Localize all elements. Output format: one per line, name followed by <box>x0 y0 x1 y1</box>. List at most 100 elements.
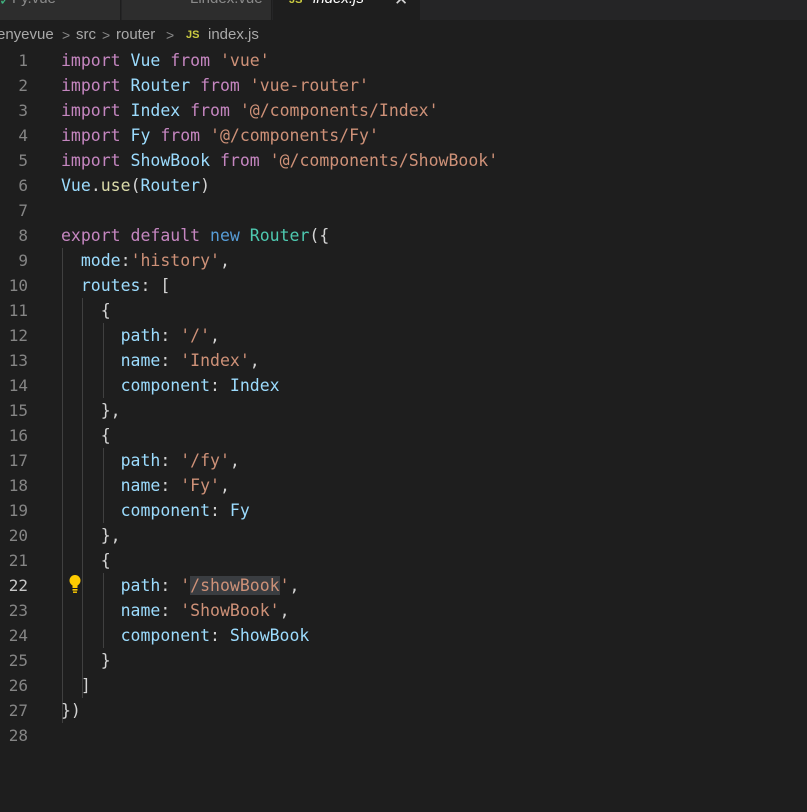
lightbulb-icon[interactable] <box>68 574 82 594</box>
code-line: 26 ] <box>0 673 807 698</box>
line-number: 23 <box>8 601 28 620</box>
tab-bar: ✓ Fy.vue Lindex.vue JS index.js ✕ <box>0 0 807 20</box>
code-line: 7 <box>0 198 807 223</box>
code-text: }) <box>61 701 81 720</box>
breadcrumb-item-folder[interactable]: enyevue <box>0 24 54 46</box>
code-line: 28 <box>0 723 807 748</box>
line-number: 7 <box>18 201 28 220</box>
code-line: 19 component: Fy <box>0 498 807 523</box>
chevron-right-icon: > <box>166 27 175 43</box>
code-line: 3 import Index from '@/components/Index' <box>0 98 807 123</box>
line-number: 17 <box>8 451 28 470</box>
line-number: 11 <box>8 301 28 320</box>
chevron-right-icon: > <box>62 27 71 43</box>
line-number: 4 <box>18 126 28 145</box>
close-icon[interactable]: ✕ <box>394 0 408 10</box>
code-line: 15 }, <box>0 398 807 423</box>
line-number: 16 <box>8 426 28 445</box>
line-number: 2 <box>18 76 28 95</box>
code-line: 25 } <box>0 648 807 673</box>
code-text: component: Index <box>120 376 280 395</box>
js-file-icon: JS <box>186 29 200 41</box>
code-text: routes: [ <box>80 276 171 295</box>
tab-label: Fy.vue <box>12 0 56 9</box>
line-number: 20 <box>8 526 28 545</box>
line-number: 22 <box>8 576 28 595</box>
line-number: 1 <box>18 51 28 70</box>
code-line: 18 name: 'Fy', <box>0 473 807 498</box>
code-line: 2 import Router from 'vue-router' <box>0 73 807 98</box>
line-number: 5 <box>18 151 28 170</box>
code-line: 17 path: '/fy', <box>0 448 807 473</box>
line-number: 9 <box>18 251 28 270</box>
tab-lindex-vue[interactable]: Lindex.vue <box>122 0 272 20</box>
line-number: 19 <box>8 501 28 520</box>
code-line: 6 Vue.use(Router) <box>0 173 807 198</box>
code-text: component: ShowBook <box>120 626 310 645</box>
line-number: 28 <box>8 726 28 745</box>
code-text: name: 'Index', <box>120 351 260 370</box>
code-line: 20 }, <box>0 523 807 548</box>
breadcrumb-item-src[interactable]: src <box>76 24 96 46</box>
code-text: import ShowBook from '@/components/ShowB… <box>61 151 499 170</box>
code-text: Vue.use(Router) <box>61 176 211 195</box>
breadcrumb-item-router[interactable]: router <box>116 24 155 46</box>
tab-label: Lindex.vue <box>190 0 263 9</box>
code-text: mode:'history', <box>80 251 230 270</box>
tab-index-js[interactable]: JS index.js ✕ <box>273 0 420 20</box>
code-text: path: '/showBook', <box>120 576 300 595</box>
code-text: name: 'Fy', <box>120 476 230 495</box>
code-line: 10 routes: [ <box>0 273 807 298</box>
code-text: path: '/', <box>120 326 220 345</box>
code-line: 24 component: ShowBook <box>0 623 807 648</box>
code-text: import Fy from '@/components/Fy' <box>61 126 379 145</box>
code-text: }, <box>61 401 121 420</box>
code-line: 16 { <box>0 423 807 448</box>
code-line: 5 import ShowBook from '@/components/Show… <box>0 148 807 173</box>
code-text: import Vue from 'vue' <box>61 51 270 70</box>
code-line: 11 { <box>0 298 807 323</box>
line-number: 12 <box>8 326 28 345</box>
code-text: import Router from 'vue-router' <box>61 76 369 95</box>
code-text: }, <box>61 526 121 545</box>
code-text: { <box>61 426 111 445</box>
line-number: 27 <box>8 701 28 720</box>
line-number: 10 <box>8 276 28 295</box>
code-text: } <box>61 651 111 670</box>
code-line: 9 mode:'history', <box>0 248 807 273</box>
line-number: 3 <box>18 101 28 120</box>
line-number: 6 <box>18 176 28 195</box>
chevron-right-icon: > <box>102 27 111 43</box>
line-number: 26 <box>8 676 28 695</box>
code-line: 8 export default new Router({ <box>0 223 807 248</box>
line-number: 8 <box>18 226 28 245</box>
line-number: 18 <box>8 476 28 495</box>
line-number: 14 <box>8 376 28 395</box>
js-file-icon: JS <box>289 0 303 6</box>
line-number: 21 <box>8 551 28 570</box>
line-number: 24 <box>8 626 28 645</box>
code-line: 4 import Fy from '@/components/Fy' <box>0 123 807 148</box>
breadcrumb-item-file[interactable]: index.js <box>208 24 259 46</box>
line-number: 25 <box>8 651 28 670</box>
code-line: 21 { <box>0 548 807 573</box>
code-text: export default new Router({ <box>61 226 330 245</box>
line-number: 15 <box>8 401 28 420</box>
code-text: path: '/fy', <box>120 451 240 470</box>
code-line: 23 name: 'ShowBook', <box>0 598 807 623</box>
vue-file-icon: ✓ <box>0 0 11 8</box>
tab-fy-vue[interactable]: ✓ Fy.vue <box>0 0 121 20</box>
code-text: { <box>61 301 111 320</box>
code-text: ] <box>61 676 91 695</box>
tab-label: index.js <box>313 0 364 9</box>
code-line: 1 import Vue from 'vue' <box>0 48 807 73</box>
code-text: import Index from '@/components/Index' <box>61 101 439 120</box>
code-text: { <box>61 551 111 570</box>
code-line: 13 name: 'Index', <box>0 348 807 373</box>
code-line: 27}) <box>0 698 807 723</box>
code-line: 12 path: '/', <box>0 323 807 348</box>
code-text: name: 'ShowBook', <box>120 601 290 620</box>
code-text: component: Fy <box>120 501 250 520</box>
code-line-active: 22 path: '/showBook', <box>0 573 807 598</box>
code-line: 14 component: Index <box>0 373 807 398</box>
